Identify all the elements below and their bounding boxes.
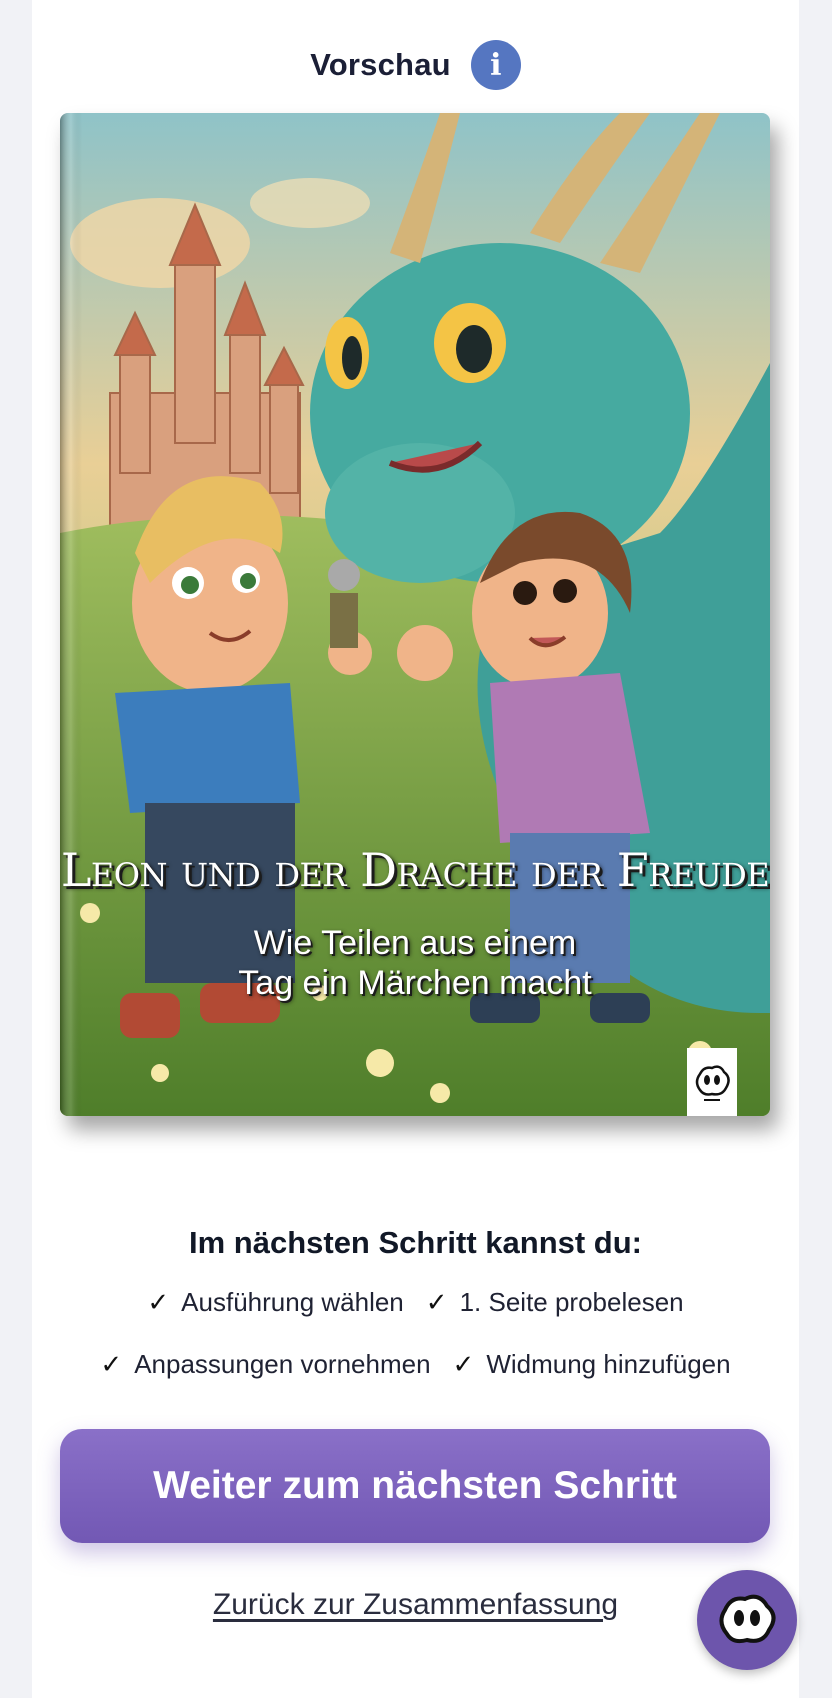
continue-button[interactable]: Weiter zum nächsten Schritt — [60, 1429, 770, 1543]
mascot-logo-icon — [687, 1048, 737, 1116]
feature-item: ✓ 1. Seite probelesen — [426, 1282, 684, 1322]
book-subtitle-line-2: Tag ein Märchen macht — [238, 964, 592, 1002]
book-subtitle: Wie Teilen aus einem Tag ein Märchen mac… — [60, 923, 770, 1003]
next-step-heading: Im nächsten Schritt kannst du: — [188, 1225, 642, 1260]
preview-title: Vorschau — [310, 47, 451, 82]
feature-item: ✓ Ausführung wählen — [147, 1282, 403, 1322]
feature-label: Widmung hinzufügen — [486, 1348, 731, 1379]
info-icon[interactable]: i — [470, 40, 521, 90]
feature-item: ✓ Widmung hinzufügen — [453, 1344, 731, 1384]
check-icon: ✓ — [147, 1286, 170, 1317]
feature-label: Ausführung wählen — [181, 1286, 404, 1317]
check-icon: ✓ — [425, 1286, 448, 1317]
check-icon: ✓ — [452, 1348, 475, 1379]
next-step-feature-list: ✓ Ausführung wählen ✓ 1. Seite probelese… — [32, 1282, 799, 1384]
back-to-summary-link[interactable]: Zurück zur Zusammenfassung — [32, 1588, 799, 1622]
book-title: Leon und der Drache der Freude — [60, 843, 770, 897]
preview-card: Vorschau i Leon und der Drache der Freud… — [32, 0, 799, 1698]
feature-label: Anpassungen vornehmen — [134, 1348, 431, 1379]
preview-header: Vorschau i — [32, 40, 799, 90]
book-cover: Leon und der Drache der Freude Wie Teile… — [60, 113, 770, 1116]
book-subtitle-line-1: Wie Teilen aus einem — [253, 924, 577, 962]
feature-label: 1. Seite probelesen — [459, 1286, 684, 1317]
mascot-chat-icon[interactable] — [697, 1570, 797, 1670]
feature-item: ✓ Anpassungen vornehmen — [100, 1344, 430, 1384]
check-icon: ✓ — [100, 1348, 123, 1379]
